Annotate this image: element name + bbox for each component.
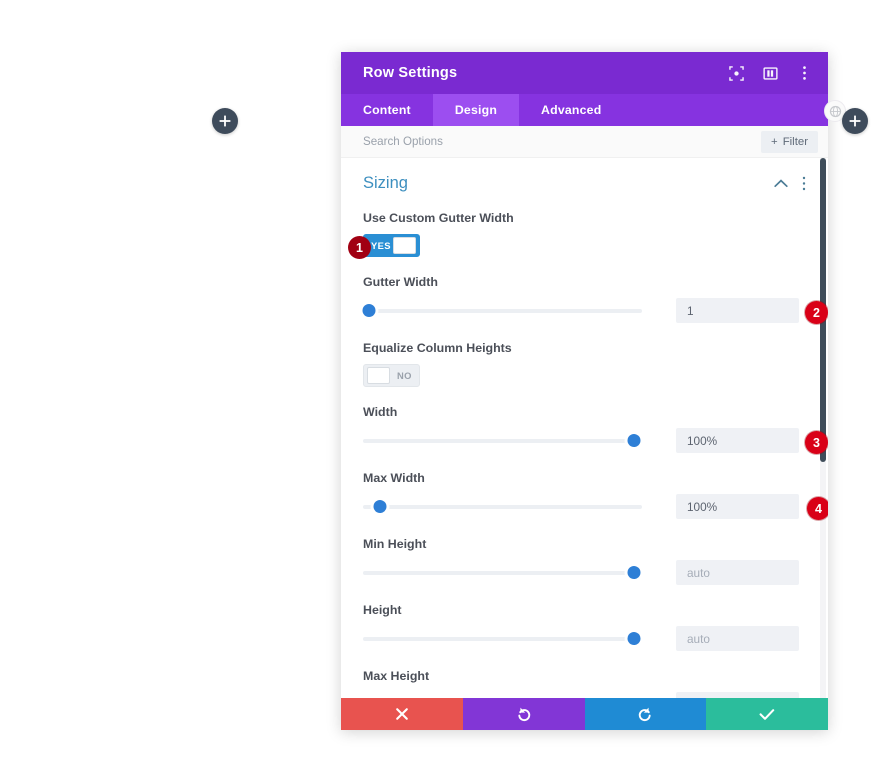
modal-titlebar: Row Settings — [341, 52, 828, 94]
redo-icon — [639, 707, 652, 722]
tab-content[interactable]: Content — [341, 94, 433, 126]
close-icon — [396, 708, 408, 720]
field-label: Gutter Width — [363, 275, 438, 289]
layout-panel-icon[interactable] — [762, 65, 778, 81]
slider-row: 100% — [363, 494, 806, 519]
add-row-button-right[interactable] — [842, 108, 868, 134]
tab-advanced[interactable]: Advanced — [519, 94, 623, 126]
screen: Row Settings Content Design Advanced Sea… — [0, 0, 880, 782]
section-icon-group — [774, 176, 806, 191]
modal-footer — [341, 698, 828, 730]
slider-max-width[interactable] — [363, 499, 642, 515]
field-label: Max Height — [363, 669, 430, 683]
slider-track — [363, 636, 642, 641]
plus-icon — [219, 115, 231, 127]
field-label: Equalize Column Heights — [363, 341, 512, 355]
filter-button[interactable]: + Filter — [761, 130, 818, 153]
slider-height[interactable] — [363, 631, 642, 647]
filter-button-label: Filter — [782, 135, 808, 148]
row-settings-modal: Row Settings Content Design Advanced Sea… — [341, 52, 828, 730]
toggle-use-custom-gutter-width[interactable]: YES — [363, 234, 420, 257]
field-max-width: Max Width 100% 4 — [363, 471, 828, 520]
plus-icon — [849, 115, 861, 127]
field-label: Use Custom Gutter Width — [363, 211, 514, 225]
field-equalize-column-heights: Equalize Column Heights NO — [363, 341, 806, 387]
modal-title: Row Settings — [363, 65, 458, 81]
slider-knob[interactable] — [627, 566, 641, 579]
check-icon — [759, 708, 775, 720]
toggle-knob — [393, 237, 416, 254]
modal-tabs: Content Design Advanced — [341, 94, 828, 126]
undo-button[interactable] — [462, 698, 585, 730]
cancel-button[interactable] — [341, 698, 463, 730]
search-row: + Filter — [341, 126, 828, 158]
slider-track — [363, 570, 642, 575]
save-button[interactable] — [706, 698, 828, 730]
plus-icon: + — [771, 135, 778, 148]
slider-knob[interactable] — [373, 500, 387, 513]
step-badge-1: 1 — [348, 236, 371, 259]
slider-track — [363, 438, 642, 443]
toggle-knob — [367, 367, 390, 384]
titlebar-icon-group — [728, 65, 812, 81]
field-width: Width 100% 3 — [363, 405, 828, 454]
value-height[interactable]: auto — [676, 626, 799, 651]
value-min-height[interactable]: auto — [676, 560, 799, 585]
field-max-height: Max Height none — [363, 669, 806, 698]
slider-row: none — [363, 692, 806, 698]
slider-knob[interactable] — [627, 434, 641, 447]
search-input[interactable] — [363, 135, 762, 148]
settings-body: Sizing Use Custom Gutter Width 1 YES Gut… — [341, 158, 828, 698]
step-badge-3: 3 — [805, 431, 828, 454]
field-label: Width — [363, 405, 398, 419]
value-gutter-width[interactable]: 1 — [676, 298, 799, 323]
slider-row: 1 — [362, 298, 806, 323]
value-width[interactable]: 100% — [676, 428, 799, 453]
toggle-state-label: YES — [371, 240, 391, 251]
slider-knob[interactable] — [627, 632, 641, 645]
slider-knob[interactable] — [362, 304, 376, 317]
slider-track — [363, 504, 642, 509]
redo-button[interactable] — [584, 698, 707, 730]
value-max-height[interactable]: none — [676, 692, 799, 698]
toggle-state-label: NO — [397, 370, 412, 381]
step-badge-2: 2 — [805, 301, 828, 324]
add-row-button-left[interactable] — [212, 108, 238, 134]
sizing-section-header: Sizing — [363, 174, 806, 193]
slider-min-height[interactable] — [363, 565, 642, 581]
field-label: Max Width — [363, 471, 425, 485]
field-gutter-width: Gutter Width 1 2 — [362, 275, 828, 324]
fullscreen-icon[interactable] — [728, 65, 744, 81]
toggle-equalize-column-heights[interactable]: NO — [363, 364, 420, 387]
field-use-custom-gutter-width: Use Custom Gutter Width 1 YES — [348, 211, 806, 259]
field-label: Height — [363, 603, 402, 617]
slider-gutter-width[interactable] — [362, 303, 642, 319]
section-title: Sizing — [363, 174, 408, 192]
slider-row: auto — [363, 626, 806, 651]
slider-width[interactable] — [363, 433, 642, 449]
more-vertical-icon[interactable] — [796, 65, 812, 81]
chevron-up-icon[interactable] — [774, 179, 788, 188]
value-max-width[interactable]: 100% — [676, 494, 799, 519]
field-label: Min Height — [363, 537, 427, 551]
more-vertical-icon[interactable] — [802, 176, 806, 191]
tab-design[interactable]: Design — [432, 94, 520, 126]
field-min-height: Min Height auto — [363, 537, 806, 585]
slider-row: 100% — [363, 428, 806, 453]
slider-track — [363, 308, 642, 313]
undo-icon — [517, 707, 530, 722]
step-badge-4: 4 — [807, 497, 828, 520]
globe-icon — [829, 105, 841, 117]
settings-inner: Sizing Use Custom Gutter Width 1 YES Gut… — [341, 174, 828, 698]
slider-max-height[interactable] — [363, 697, 642, 699]
slider-row: auto — [363, 560, 806, 585]
field-height: Height auto — [363, 603, 806, 651]
